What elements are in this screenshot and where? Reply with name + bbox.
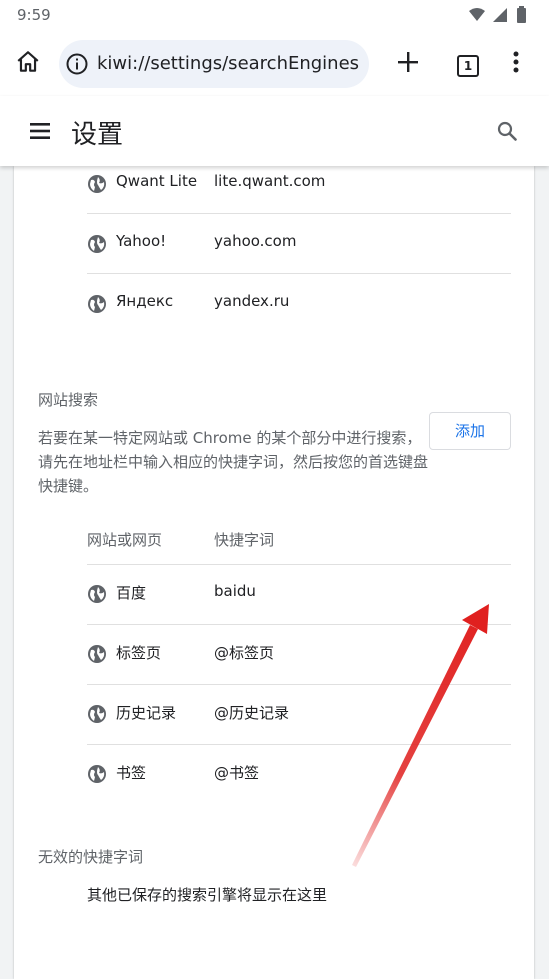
engine-name: Qwant Lite: [116, 172, 198, 190]
engine-keyword: lite.qwant.com: [214, 172, 326, 190]
settings-header: 设置: [0, 96, 549, 166]
site-keyword: @历史记录: [214, 704, 290, 722]
engine-name: Яндекс: [116, 292, 174, 310]
browser-toolbar: kiwi://settings/searchEngines 1: [0, 32, 549, 96]
column-header-site: 网站或网页: [87, 531, 163, 549]
status-time: 9:59: [17, 6, 51, 24]
inactive-shortcuts-title: 无效的快捷字词: [38, 848, 144, 866]
settings-card: Qwant Lite lite.qwant.com Yahoo! yahoo.c…: [14, 166, 534, 979]
menu-icon[interactable]: [28, 121, 52, 141]
address-bar[interactable]: kiwi://settings/searchEngines: [59, 40, 369, 88]
engine-keyword: yahoo.com: [214, 232, 297, 250]
status-icons: [469, 6, 526, 23]
site-search-title: 网站搜索: [38, 391, 99, 409]
engine-row-yahoo[interactable]: Yahoo! yahoo.com: [87, 214, 511, 274]
site-name: 标签页: [116, 644, 162, 662]
new-tab-button[interactable]: [388, 42, 428, 82]
search-icon[interactable]: [496, 120, 518, 142]
plus-icon: [398, 52, 418, 72]
url-text[interactable]: kiwi://settings/searchEngines: [97, 53, 359, 74]
globe-icon: [88, 645, 106, 663]
column-header-keyword: 快捷字词: [214, 531, 275, 549]
wifi-icon: [469, 8, 485, 21]
engine-keyword: yandex.ru: [214, 292, 290, 310]
site-search-row-tabs[interactable]: 标签页 @标签页: [87, 624, 511, 684]
site-search-description: 若要在某一特定网站或 Chrome 的某个部分中进行搜索，请先在地址栏中输入相应…: [38, 429, 429, 495]
overflow-menu-button[interactable]: [496, 42, 536, 82]
status-bar: 9:59: [0, 0, 549, 32]
site-name: 历史记录: [116, 704, 177, 722]
site-search-row-baidu[interactable]: 百度 baidu: [87, 564, 511, 624]
site-keyword: @书签: [214, 764, 260, 782]
info-icon[interactable]: [65, 52, 89, 76]
engine-name: Yahoo!: [116, 232, 167, 250]
site-name: 书签: [116, 764, 147, 782]
tab-switcher-button[interactable]: 1: [457, 55, 479, 77]
globe-icon: [88, 295, 106, 313]
add-site-search-button[interactable]: 添加: [429, 412, 511, 450]
globe-icon: [88, 585, 106, 603]
globe-icon: [88, 175, 106, 193]
site-name: 百度: [116, 584, 147, 602]
home-button[interactable]: [8, 42, 48, 82]
globe-icon: [88, 705, 106, 723]
home-icon: [17, 51, 39, 72]
site-search-row-bookmarks[interactable]: 书签 @书签: [87, 744, 511, 804]
globe-icon: [88, 235, 106, 253]
page-title: 设置: [71, 120, 124, 150]
site-search-row-history[interactable]: 历史记录 @历史记录: [87, 684, 511, 744]
globe-icon: [88, 765, 106, 783]
engine-row-yandex[interactable]: Яндекс yandex.ru: [87, 274, 511, 334]
more-vert-icon: [513, 51, 519, 73]
battery-icon: [517, 8, 526, 23]
site-keyword: baidu: [214, 582, 256, 600]
signal-icon: [493, 8, 507, 22]
inactive-empty-text: 其他已保存的搜索引擎将显示在这里: [87, 886, 328, 904]
site-keyword: @标签页: [214, 644, 275, 662]
